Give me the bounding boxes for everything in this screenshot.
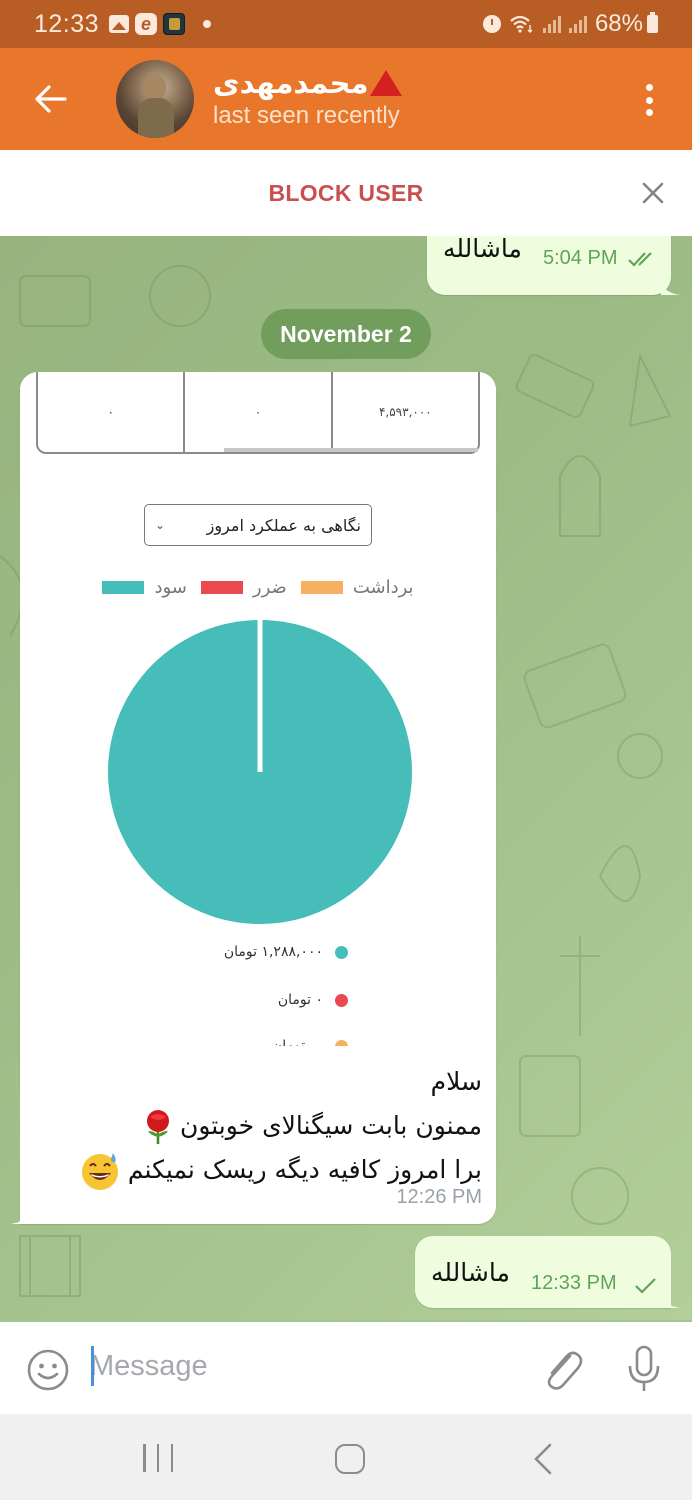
- system-nav-bar: [0, 1414, 692, 1500]
- value-label-text: ... تومان: [272, 1038, 323, 1052]
- period-select: نگاهی به عملکرد امروز ⌄: [144, 504, 372, 546]
- contact-status: last seen recently: [213, 102, 400, 129]
- chevron-down-icon: ⌄: [155, 518, 166, 532]
- message-text: ماشالله: [443, 236, 522, 263]
- microphone-icon[interactable]: [624, 1344, 664, 1394]
- arrow-left-icon: [35, 85, 67, 113]
- game-app-icon: [163, 13, 186, 35]
- contact-name-row: محمدمهدی: [213, 66, 403, 100]
- gallery-icon: [109, 15, 130, 33]
- status-time: 12:33: [34, 9, 100, 38]
- chat-header: محمدمهدی last seen recently: [0, 48, 692, 150]
- message-text: ماشالله: [431, 1258, 510, 1287]
- close-icon[interactable]: [638, 178, 668, 208]
- value-label-dot: [335, 1039, 348, 1046]
- value-label-dot: [335, 945, 348, 959]
- alarm-icon: [482, 15, 501, 33]
- smiley-icon[interactable]: [26, 1348, 70, 1392]
- table-cell: ۴,۵۹۳,۰۰۰: [330, 372, 478, 452]
- block-user-button[interactable]: BLOCK USER: [268, 180, 423, 207]
- message-line: برا امروز کافیه دیگه ریسک نمیکنم: [127, 1155, 482, 1184]
- check-icon: [635, 1278, 656, 1294]
- value-label-dot: [335, 993, 348, 1007]
- bubble-tail: [10, 1208, 30, 1224]
- value-label-row: ۱,۲۸۸,۰۰۰ تومان: [224, 944, 348, 960]
- notification-icons: e: [109, 13, 212, 35]
- message-outgoing[interactable]: ماشالله 12:33 PM: [415, 1236, 671, 1308]
- legend-item: ضرر: [200, 576, 287, 598]
- paperclip-icon[interactable]: [540, 1346, 584, 1392]
- bubble-tail: [661, 1292, 681, 1308]
- contact-info[interactable]: محمدمهدی last seen recently: [213, 66, 403, 130]
- block-user-bar: BLOCK USER: [0, 150, 692, 236]
- value-labels: ۱,۲۸۸,۰۰۰ تومان ۰ تومان ... تومان: [20, 932, 496, 1052]
- value-label-row: ۰ تومان: [278, 992, 348, 1008]
- legend-label: سود: [154, 576, 187, 598]
- contact-name: محمدمهدی: [213, 66, 369, 100]
- value-label-row: ... تومان: [272, 1038, 348, 1052]
- battery-percent: 68%: [594, 10, 643, 37]
- status-bar: 12:33 e 68%: [0, 0, 692, 48]
- table-cell: ۰: [183, 372, 330, 452]
- avatar[interactable]: [116, 60, 194, 138]
- value-label-text: ۰ تومان: [277, 992, 323, 1008]
- legend-item: سود: [102, 576, 187, 598]
- back-button[interactable]: [26, 74, 76, 124]
- signal-icon: [542, 15, 561, 33]
- text-caret: [91, 1346, 94, 1386]
- table-cell: ۰: [107, 405, 114, 419]
- select-value: نگاهی به عملکرد امروز: [206, 515, 361, 535]
- recents-icon[interactable]: [143, 1444, 173, 1472]
- table-scrollbar: [224, 448, 478, 452]
- battery-icon: [647, 12, 658, 33]
- home-icon[interactable]: [335, 1444, 365, 1474]
- message-text: سلام ممنون بابت سیگنالای خوبتون برا امرو…: [42, 1060, 482, 1192]
- bubble-tail: [661, 280, 681, 295]
- grinning-sweat-emoji-icon: [81, 1153, 118, 1190]
- back-icon[interactable]: [530, 1442, 558, 1476]
- e-app-icon: e: [135, 13, 158, 35]
- rose-emoji-icon: [147, 1110, 170, 1144]
- system-icons: 68%: [482, 10, 658, 38]
- legend-item: برداشت: [300, 576, 414, 598]
- date-separator: November 2: [261, 309, 431, 359]
- message-line: سلام: [430, 1067, 482, 1096]
- message-line: ممنون بابت سیگنالای خوبتون: [179, 1111, 482, 1140]
- message-image[interactable]: ۴,۵۹۳,۰۰۰ ۰ ۰ نگاهی به عملکرد امروز ⌄ بر…: [20, 372, 496, 1046]
- message-line-wrap: ممنون بابت سیگنالای خوبتون: [42, 1104, 482, 1148]
- message-incoming[interactable]: ۴,۵۹۳,۰۰۰ ۰ ۰ نگاهی به عملکرد امروز ⌄ بر…: [20, 372, 496, 1224]
- wifi-icon: [510, 15, 533, 33]
- legend-swatch: [200, 580, 243, 594]
- value-label-text: ۱,۲۸۸,۰۰۰ تومان: [223, 944, 323, 960]
- red-triangle-icon: [370, 70, 403, 96]
- message-input[interactable]: [90, 1340, 510, 1392]
- signal-icon: [568, 15, 587, 33]
- more-options-button[interactable]: [634, 78, 664, 122]
- chat-area[interactable]: ماشالله 5:04 PM November 2 ۴,۵۹۳,۰۰۰ ۰ ۰…: [0, 236, 692, 1320]
- message-composer: [0, 1320, 692, 1414]
- more-vertical-icon: [645, 84, 653, 91]
- pie-chart: [108, 618, 412, 924]
- more-notifications-dot-icon: [203, 20, 212, 28]
- chart-legend: برداشت ضرر سود: [20, 572, 496, 602]
- legend-swatch: [102, 580, 145, 594]
- image-table: ۴,۵۹۳,۰۰۰ ۰ ۰: [36, 372, 480, 454]
- message-time: 5:04 PM: [543, 247, 618, 269]
- legend-swatch: [300, 580, 343, 594]
- message-time: 12:26 PM: [396, 1186, 482, 1208]
- double-check-icon: [628, 252, 652, 267]
- message-time: 12:33 PM: [531, 1272, 617, 1294]
- message-outgoing[interactable]: ماشالله 5:04 PM: [427, 236, 671, 295]
- legend-label: ضرر: [252, 576, 287, 598]
- legend-label: برداشت: [352, 576, 414, 598]
